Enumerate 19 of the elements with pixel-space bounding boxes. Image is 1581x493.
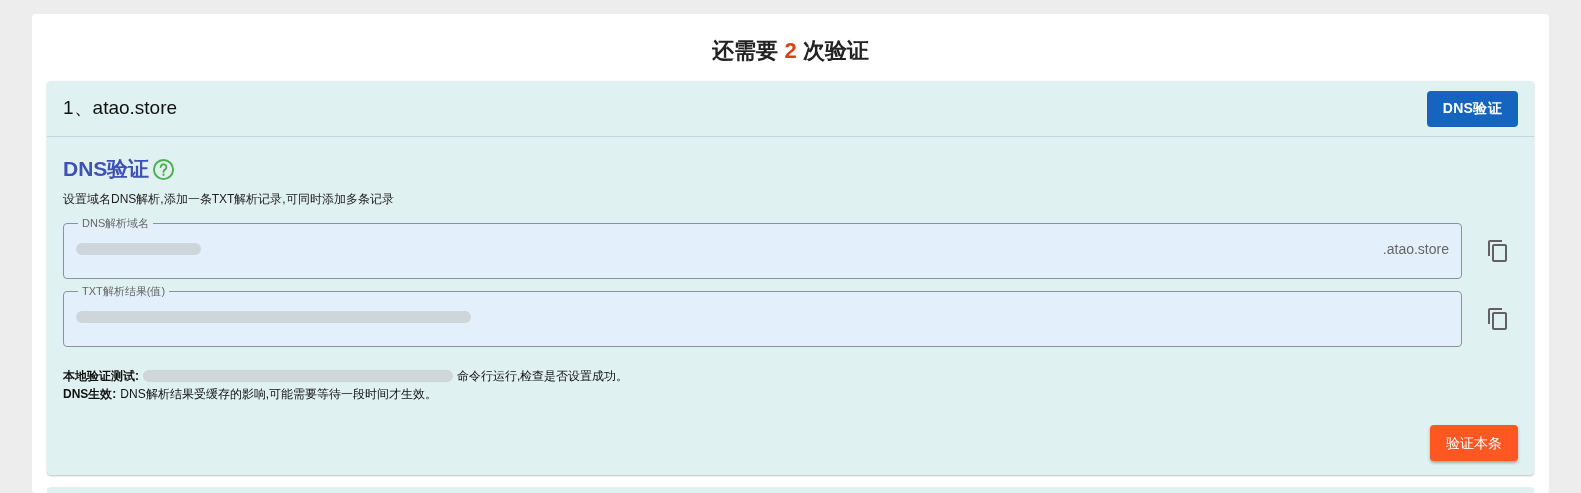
dns-verify-button[interactable]: DNS验证	[1426, 90, 1518, 127]
description-text: 设置域名DNS解析,添加一条TXT解析记录,可同时添加多条记录	[63, 191, 395, 208]
heading-text: 还需要	[712, 37, 779, 65]
note-label: 本地验证测试:	[63, 368, 139, 385]
note-label: DNS生效:	[63, 386, 117, 403]
domain-suffix: .atao.store	[1382, 239, 1449, 259]
text-field[interactable]: DNS解析域名 .atao.store	[63, 217, 1462, 279]
copy-icon[interactable]	[1486, 307, 1510, 331]
field-label: DNS解析域名	[81, 217, 151, 229]
text-field[interactable]: TXT解析结果(值)	[63, 285, 1462, 347]
remaining-count: 2	[784, 37, 797, 65]
field-label: TXT解析结果(值)	[81, 285, 167, 297]
record-title: 1、atao.store	[63, 96, 178, 121]
copy-icon[interactable]	[1486, 239, 1510, 263]
heading-text: 次验证	[802, 37, 869, 65]
section-title: DNS验证	[63, 156, 150, 183]
note-text: DNS解析结果受缓存的影响,可能需要等待一段时间才生效。	[120, 386, 437, 403]
note-text: 命令行运行,检查是否设置成功。	[457, 368, 629, 385]
verify-record-button[interactable]: 验证本条	[1430, 425, 1518, 461]
